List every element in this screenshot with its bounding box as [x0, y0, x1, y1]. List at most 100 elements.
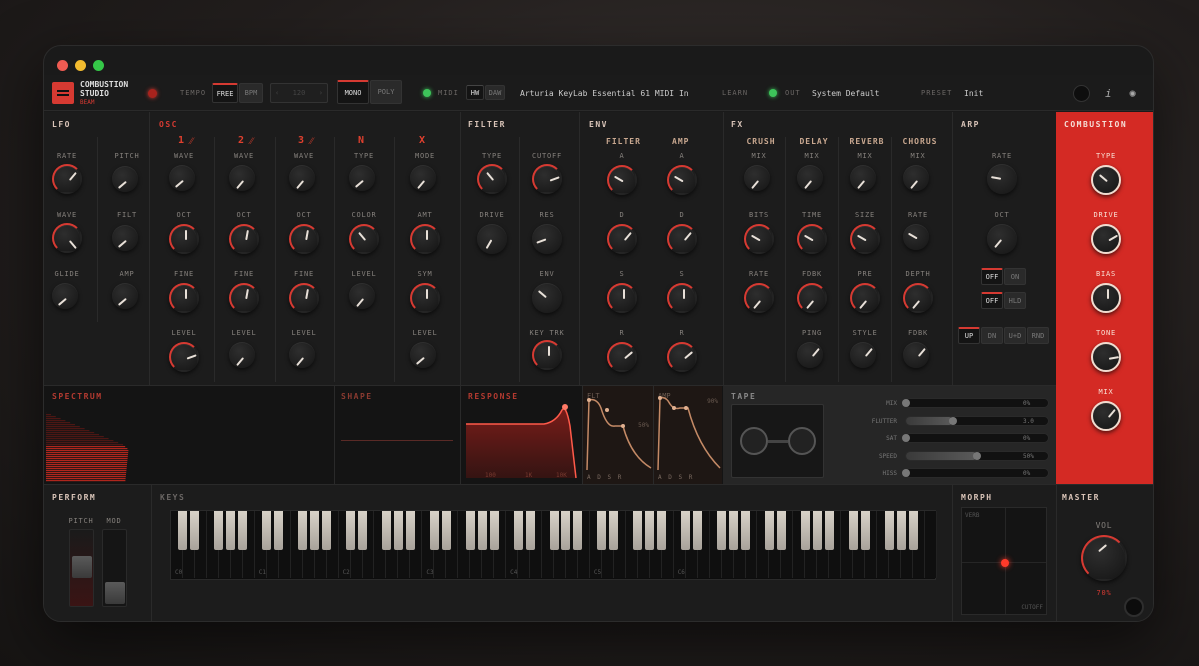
black-key[interactable]	[346, 511, 356, 551]
comb-drive-knob[interactable]	[1091, 224, 1121, 254]
arp-mode-ud[interactable]: U+D	[1004, 327, 1026, 344]
osc-1-rows2-knob[interactable]	[229, 224, 259, 254]
black-key[interactable]	[717, 511, 727, 551]
fx-0-r2-knob[interactable]	[744, 224, 774, 254]
arp-hold-button[interactable]: HLD	[1004, 292, 1026, 309]
morph-cursor[interactable]	[1001, 559, 1009, 567]
black-key[interactable]	[896, 511, 906, 551]
black-key[interactable]	[465, 511, 475, 551]
osc-4-rows4-knob[interactable]	[410, 342, 436, 368]
lfo-filt-knob[interactable]	[112, 225, 138, 251]
black-key[interactable]	[908, 511, 918, 551]
arp-oct-knob[interactable]	[987, 224, 1017, 254]
learn-button[interactable]: LEARN	[722, 89, 748, 97]
black-key[interactable]	[393, 511, 403, 551]
morph-pad[interactable]: VERB CUTOFF	[961, 507, 1047, 615]
black-key[interactable]	[609, 511, 619, 551]
black-key[interactable]	[322, 511, 332, 551]
black-key[interactable]	[573, 511, 583, 551]
preset-select[interactable]: Init	[964, 89, 983, 98]
comb-bias-knob[interactable]	[1091, 283, 1121, 313]
fx-2-r1-knob[interactable]	[850, 165, 876, 191]
fx-1-r1-knob[interactable]	[797, 165, 823, 191]
black-key[interactable]	[824, 511, 834, 551]
black-key[interactable]	[764, 511, 774, 551]
tape-slider-thumb[interactable]	[948, 416, 957, 425]
filter-env-knob[interactable]	[532, 283, 562, 313]
fx-1-r2-knob[interactable]	[797, 224, 827, 254]
osc-1-rows3-knob[interactable]	[229, 283, 259, 313]
power-led-icon[interactable]	[148, 88, 157, 98]
pitch-wheel[interactable]	[69, 529, 94, 607]
osc-2-rows1-knob[interactable]	[289, 165, 315, 191]
black-key[interactable]	[597, 511, 607, 551]
black-key[interactable]	[405, 511, 415, 551]
fx-3-r1-knob[interactable]	[903, 165, 929, 191]
lfo-amp-knob[interactable]	[112, 283, 138, 309]
mod-wheel[interactable]	[102, 529, 127, 607]
maximize-window-button[interactable]	[93, 60, 104, 71]
close-window-button[interactable]	[57, 60, 68, 71]
black-key[interactable]	[860, 511, 870, 551]
white-key[interactable]	[925, 511, 937, 578]
master-vol-knob[interactable]	[1081, 535, 1127, 581]
black-key[interactable]	[681, 511, 691, 551]
env-amp-d-knob[interactable]	[667, 224, 697, 254]
osc-3-rows2-knob[interactable]	[349, 224, 379, 254]
osc-2-rows2-knob[interactable]	[289, 224, 319, 254]
arp-off-button[interactable]: OFF	[981, 268, 1003, 285]
arp-mode-up[interactable]: UP	[958, 327, 980, 344]
env-amp-r-knob[interactable]	[667, 342, 697, 372]
black-key[interactable]	[513, 511, 523, 551]
osc-2-rows4-knob[interactable]	[289, 342, 315, 368]
tempo-free-button[interactable]: FREE	[212, 83, 238, 103]
black-key[interactable]	[884, 511, 894, 551]
arp-mode-rnd[interactable]: RND	[1027, 327, 1049, 344]
black-key[interactable]	[741, 511, 750, 551]
black-key[interactable]	[178, 511, 188, 551]
tape-slider-thumb[interactable]	[902, 469, 910, 477]
env-amp-s-knob[interactable]	[667, 283, 697, 313]
comb-tone-knob[interactable]	[1091, 342, 1121, 372]
black-key[interactable]	[729, 511, 739, 551]
lfo-rate-knob[interactable]	[52, 164, 82, 194]
osc-4-rows1-knob[interactable]	[410, 165, 436, 191]
black-key[interactable]	[274, 511, 284, 551]
osc-4-rows2-knob[interactable]	[410, 224, 440, 254]
fx-0-r3-knob[interactable]	[744, 283, 774, 313]
comb-mix-knob[interactable]	[1091, 401, 1121, 431]
black-key[interactable]	[693, 511, 703, 551]
filter-res-knob[interactable]	[532, 224, 562, 254]
black-key[interactable]	[776, 511, 786, 551]
black-key[interactable]	[812, 511, 822, 551]
black-key[interactable]	[525, 511, 535, 551]
fx-2-r4-knob[interactable]	[850, 342, 876, 368]
black-key[interactable]	[214, 511, 224, 551]
black-key[interactable]	[381, 511, 391, 551]
arp-mode-dn[interactable]: DN	[981, 327, 1003, 344]
env-filter-r-knob[interactable]	[607, 342, 637, 372]
mod-wheel-handle[interactable]	[105, 582, 125, 604]
chevron-left-icon[interactable]: ‹	[275, 89, 279, 97]
osc-3-rows1-knob[interactable]	[349, 165, 375, 191]
tape-slider-thumb[interactable]	[902, 399, 910, 407]
env-filter-d-knob[interactable]	[607, 224, 637, 254]
osc-4-rows3-knob[interactable]	[410, 283, 440, 313]
gear-icon[interactable]: ✺	[1129, 86, 1136, 100]
black-key[interactable]	[489, 511, 499, 551]
response-handle[interactable]	[562, 404, 568, 410]
osc-0-rows1-knob[interactable]	[169, 165, 195, 191]
fx-3-r4-knob[interactable]	[903, 342, 929, 368]
env-amp-a-knob[interactable]	[667, 165, 697, 195]
filter-drive-knob[interactable]	[477, 224, 507, 254]
fx-2-r2-knob[interactable]	[850, 224, 880, 254]
lfo-glide-knob[interactable]	[52, 283, 78, 309]
arp-hold-off-button[interactable]: OFF	[981, 292, 1003, 309]
pitch-wheel-handle[interactable]	[72, 556, 92, 578]
osc-3-rows3-knob[interactable]	[349, 283, 375, 309]
black-key[interactable]	[358, 511, 367, 551]
osc-1-rows1-knob[interactable]	[229, 165, 255, 191]
black-key[interactable]	[657, 511, 667, 551]
keyboard[interactable]: C0 C1 C2 C3 C4 C5 C6	[170, 510, 937, 580]
black-key[interactable]	[645, 511, 655, 551]
